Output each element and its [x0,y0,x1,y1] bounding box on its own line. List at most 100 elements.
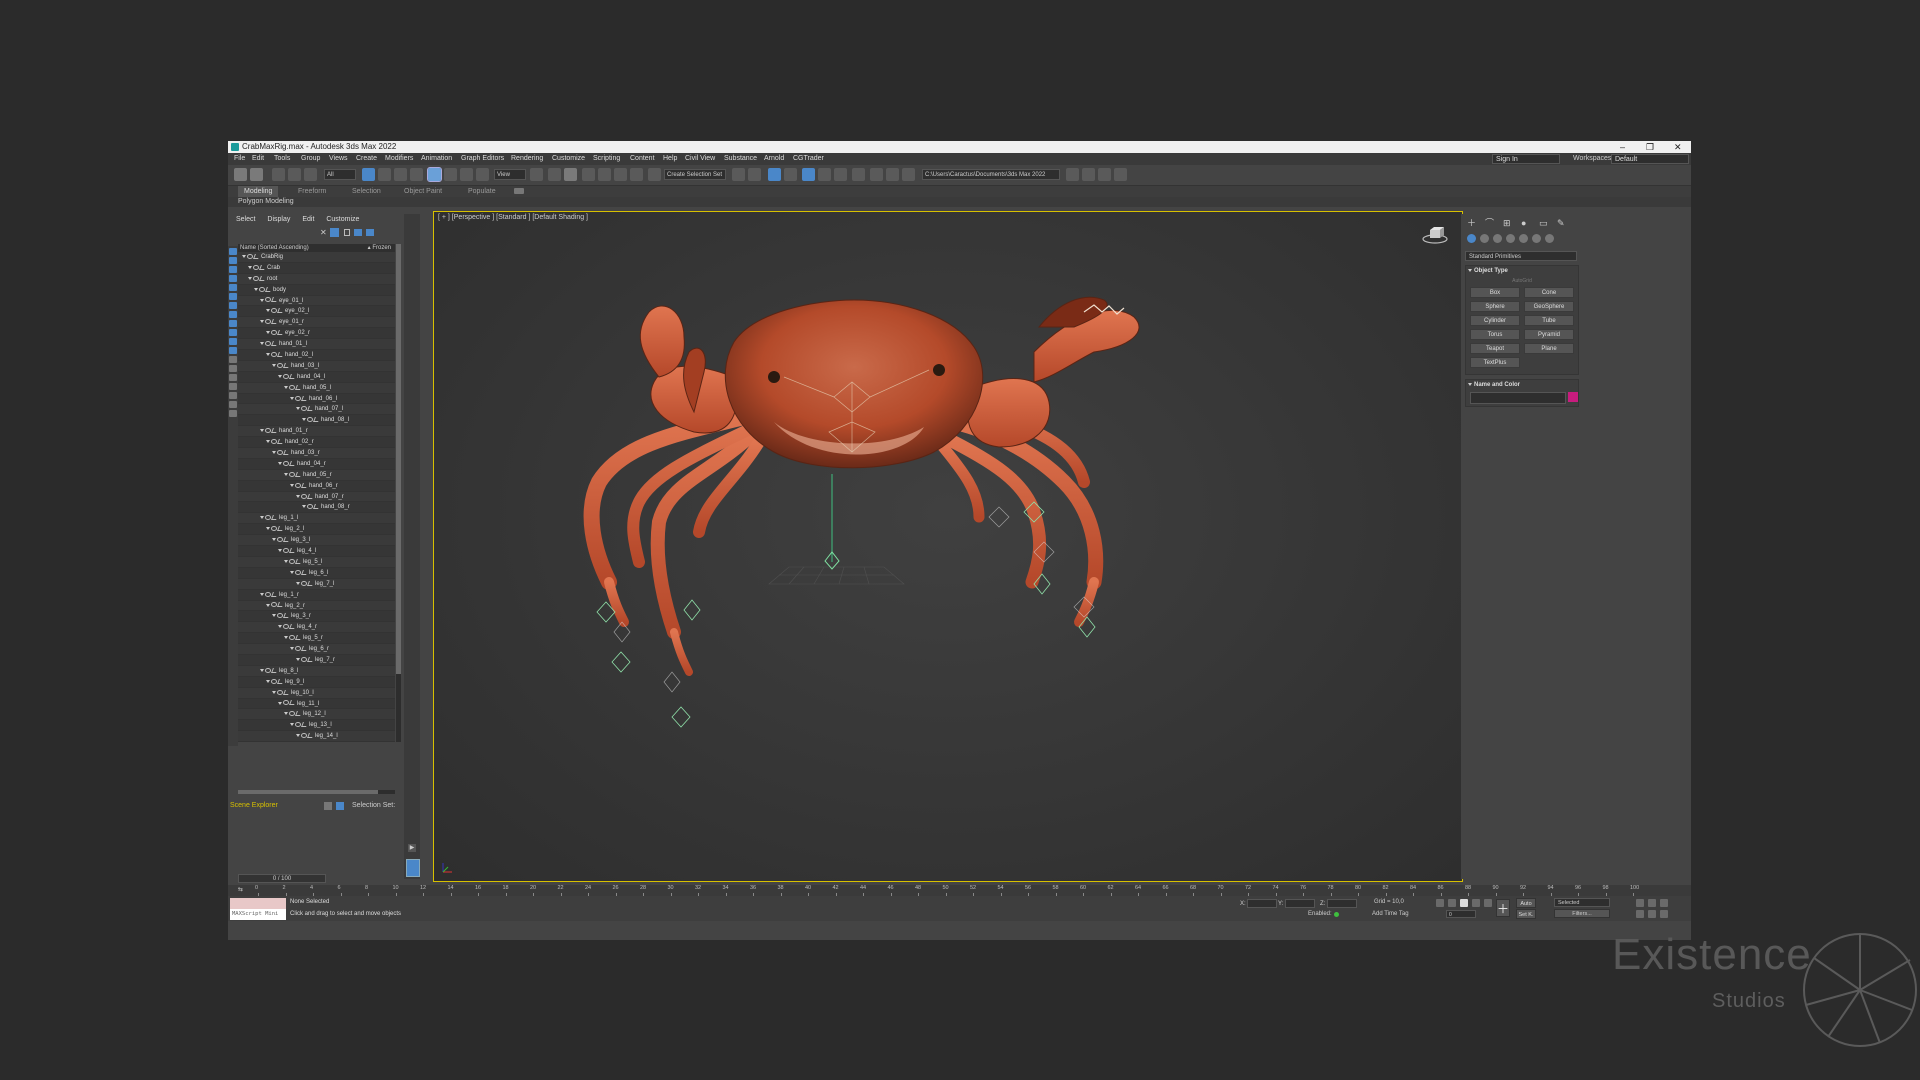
explorer-menu-customize[interactable]: Customize [326,216,359,223]
rectangular-selection-icon[interactable] [394,168,407,181]
keyboard-shortcut-override-icon[interactable] [564,168,577,181]
tree-row[interactable]: leg_11_l [238,698,395,710]
pyramid-button[interactable]: Pyramid [1524,329,1574,340]
modify-tab-icon[interactable]: ⌒ [1485,218,1495,228]
tree-row[interactable]: leg_14_l [238,731,395,742]
explorer-scroll-thumb[interactable] [396,244,401,674]
tree-row[interactable]: body [238,284,395,296]
ribbon-tab-selection[interactable]: Selection [352,186,381,197]
toggle-ribbon-icon[interactable] [802,168,815,181]
window-crossing-icon[interactable] [410,168,423,181]
z-field[interactable] [1327,899,1358,908]
selection-filter-dropdown[interactable]: All [324,169,356,180]
expand-arrow-icon[interactable] [260,592,264,596]
expand-arrow-icon[interactable] [290,570,294,574]
display-children-icon[interactable] [229,383,237,390]
key-filter-dropdown[interactable]: Selected [1554,898,1610,907]
tree-row[interactable]: hand_05_r [238,470,395,481]
menu-modifiers[interactable]: Modifiers [385,153,413,165]
zoom-extents-icon[interactable] [1660,899,1668,907]
reference-coordinate-dropdown[interactable]: View [494,169,526,180]
align-icon[interactable] [748,168,761,181]
tree-row[interactable]: leg_13_l [238,720,395,732]
cone-button[interactable]: Cone [1524,287,1574,298]
expand-arrow-icon[interactable] [296,407,300,411]
expand-arrow-icon[interactable] [284,559,288,563]
set-project-icon[interactable] [1098,168,1111,181]
display-none-icon[interactable] [229,365,237,372]
tree-row[interactable]: leg_12_l [238,709,395,721]
expand-arrow-icon[interactable] [260,342,264,346]
geosphere-button[interactable]: GeoSphere [1524,301,1574,312]
menu-content[interactable]: Content [630,153,655,165]
menu-create[interactable]: Create [356,153,377,165]
timeline[interactable]: ⇆ 0 2 4 6 8 10 12 14 16 18 20 22 24 26 28 30 32 34 36 38 40 4… [228,885,1691,896]
display-cameras-icon[interactable] [229,275,237,282]
angle-snap-icon[interactable] [598,168,611,181]
expand-arrow-icon[interactable] [248,276,252,280]
expand-arrow-icon[interactable] [248,265,252,269]
expand-arrow-icon[interactable] [272,451,276,455]
close-button[interactable]: ✕ [1674,141,1682,153]
previous-frame-icon[interactable] [1448,899,1456,907]
expand-arrow-icon[interactable] [284,385,288,389]
workspace-dropdown[interactable]: Default [1611,154,1689,164]
visibility-eye-icon[interactable] [289,384,295,390]
lights-category-icon[interactable] [1493,234,1502,243]
explorer-menu-display[interactable]: Display [267,216,290,223]
edit-named-selection-icon[interactable] [648,168,661,181]
expand-arrow-icon[interactable] [242,255,246,258]
tree-row[interactable]: hand_02_l [238,350,395,361]
expand-arrow-icon[interactable] [302,418,306,422]
explorer-menu-select[interactable]: Select [236,216,255,223]
explorer-hscrollbar[interactable] [238,790,395,794]
scene-explorer-label[interactable]: Scene Explorer [230,800,278,812]
tree-row[interactable]: leg_2_l [238,524,395,536]
go-to-start-icon[interactable] [1436,899,1444,907]
expand-arrow-icon[interactable] [284,636,288,640]
select-and-scale-icon[interactable] [460,168,473,181]
visibility-eye-icon[interactable] [265,591,271,597]
ribbon-tab-object-paint[interactable]: Object Paint [404,186,442,197]
visibility-eye-icon[interactable] [283,373,289,379]
maxscript-listener[interactable]: MAXScript Mini [230,898,286,920]
tree-row[interactable]: hand_07_r [238,492,395,503]
x-coordinate[interactable]: X: [1240,899,1278,908]
expand-arrow-icon[interactable] [266,353,270,357]
space-warps-category-icon[interactable] [1532,234,1541,243]
crab-model[interactable] [434,212,1462,881]
tree-row[interactable]: leg_4_r [238,622,395,634]
clear-search-icon[interactable]: ✕ [320,228,327,237]
display-groups-icon[interactable] [229,302,237,309]
display-tab-icon[interactable]: ▭ [1539,218,1549,228]
tube-button[interactable]: Tube [1524,315,1574,326]
rendered-frame-window-icon[interactable] [886,168,899,181]
redo-icon[interactable] [250,168,263,181]
bind-space-warp-icon[interactable] [304,168,317,181]
expand-arrow-icon[interactable] [260,668,264,672]
cameras-category-icon[interactable] [1506,234,1515,243]
tree-row[interactable]: leg_2_r [238,601,395,612]
current-frame-field[interactable]: 0 [1446,910,1476,918]
menu-arnold[interactable]: Arnold [764,153,784,165]
unlink-icon[interactable] [288,168,301,181]
utilities-tab-icon[interactable]: ✎ [1557,218,1567,228]
expand-arrow-icon[interactable] [296,494,300,498]
expand-arrow-icon[interactable] [290,396,294,400]
menu-cgtrader[interactable]: CGTrader [793,153,824,165]
zoom-all-icon[interactable] [1648,899,1656,907]
tree-row[interactable]: leg_9_l [238,676,395,688]
tree-row[interactable]: root [238,274,395,285]
select-dependents-icon[interactable] [229,401,237,408]
tree-row[interactable]: hand_04_r [238,458,395,470]
tree-row[interactable]: leg_4_l [238,546,395,557]
display-lights-icon[interactable] [229,266,237,273]
tree-row[interactable]: leg_5_r [238,633,395,645]
display-xrefs-icon[interactable] [229,311,237,318]
display-helpers-icon[interactable] [229,284,237,291]
plane-button[interactable]: Plane [1524,343,1574,354]
visibility-eye-icon[interactable] [295,482,301,488]
explorer-hscroll-thumb[interactable] [238,790,378,794]
project-folder-icon[interactable] [1082,168,1095,181]
expand-arrow-icon[interactable] [284,472,288,476]
